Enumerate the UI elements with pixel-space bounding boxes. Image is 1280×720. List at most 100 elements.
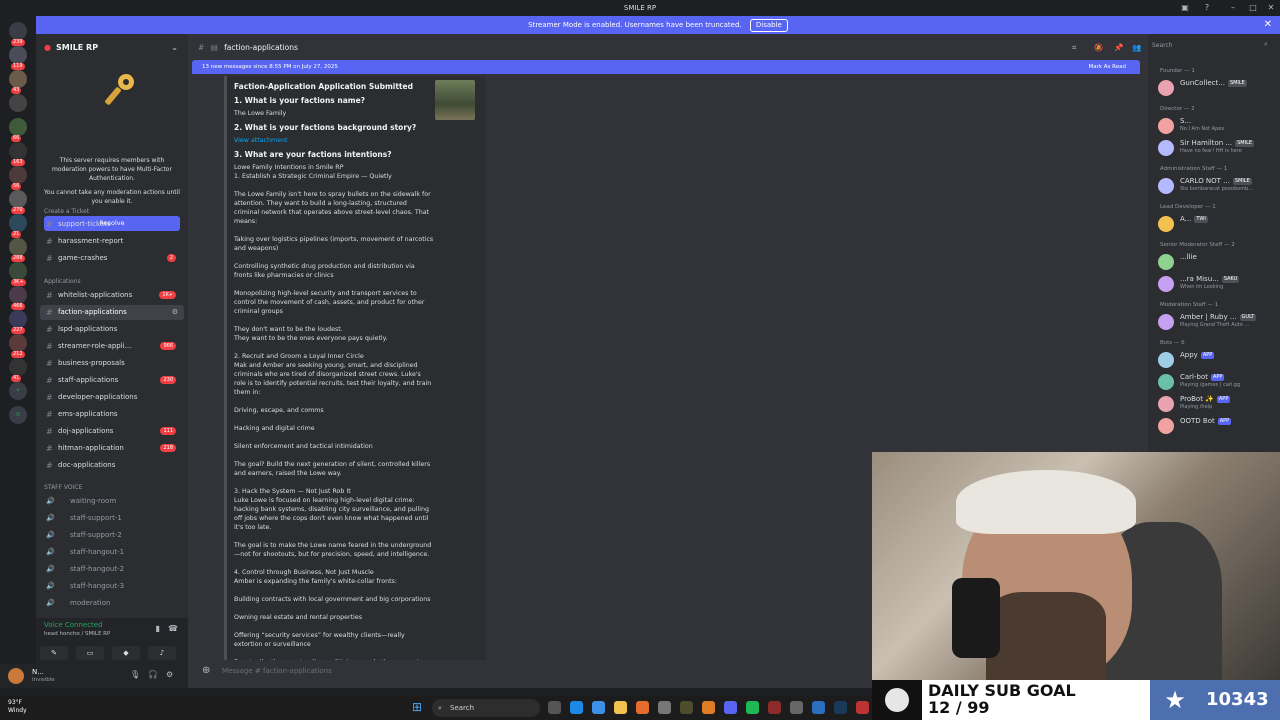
app-icon-4[interactable] xyxy=(768,701,781,714)
voice-channel-item[interactable]: 🔊 staff-hangout-2 xyxy=(40,562,184,577)
copilot-icon[interactable] xyxy=(592,701,605,714)
channel-item[interactable]: # business-proposals xyxy=(40,356,184,371)
close-banner-icon[interactable]: ✕ xyxy=(1264,16,1272,34)
embed-thumbnail[interactable] xyxy=(435,80,475,120)
member-item[interactable]: CARLO NOT ... SMILE Ste bombaracat pooobom… xyxy=(1158,176,1280,194)
close-window-button[interactable]: ✕ xyxy=(1264,0,1278,16)
member-item[interactable]: S... No I Am Not Apex xyxy=(1158,116,1280,134)
app-icon-6[interactable] xyxy=(856,701,869,714)
voice-channel-item[interactable]: 🔊 staff-support-1 xyxy=(40,511,184,526)
server-icon[interactable] xyxy=(9,94,27,112)
avatar[interactable] xyxy=(8,668,24,684)
channel-item[interactable]: # developer-applications xyxy=(40,390,184,405)
server-icon[interactable]: 43 xyxy=(9,70,27,94)
headphones-icon[interactable]: 🎧 xyxy=(148,670,158,679)
channel-item[interactable]: # harassment-report xyxy=(40,234,184,249)
server-icon[interactable]: 56 xyxy=(9,166,27,190)
server-icon[interactable]: 66 xyxy=(9,118,27,142)
channel-item[interactable]: # whitelist-applications 1K+ xyxy=(40,288,184,303)
voice-channel-item[interactable]: 🔊 moderation xyxy=(40,596,184,611)
voice-channel-item[interactable]: 🔊 staff-support-2 xyxy=(40,528,184,543)
server-icon[interactable]: 3K+ xyxy=(9,262,27,286)
channel-settings-icon[interactable]: ⚙ xyxy=(172,305,178,320)
weather-widget[interactable]: 93°F Windy xyxy=(8,699,27,715)
view-attachment-link[interactable]: View attachment xyxy=(234,136,434,145)
member-item[interactable]: A... TWI xyxy=(1158,214,1280,232)
server-icon[interactable]: 212 xyxy=(9,334,27,358)
file-explorer-icon[interactable] xyxy=(614,701,627,714)
server-icon[interactable]: 163 xyxy=(9,142,27,166)
server-icon[interactable]: 466 xyxy=(9,286,27,310)
app-icon-2[interactable] xyxy=(680,701,693,714)
channel-item[interactable]: # streamer-role-appli... 966 xyxy=(40,339,184,354)
server-header[interactable]: ● SMILE RP ⌄ xyxy=(36,38,188,58)
taskbar-search[interactable]: ⌕ Search xyxy=(432,699,540,717)
server-icon[interactable]: 288 xyxy=(9,238,27,262)
edge-icon[interactable] xyxy=(570,701,583,714)
app-icon-1[interactable] xyxy=(658,701,671,714)
discord-icon[interactable] xyxy=(724,701,737,714)
chevron-down-icon[interactable]: ⌄ xyxy=(171,38,178,58)
channel-item[interactable]: # game-crashes 2 xyxy=(40,251,184,266)
member-item[interactable]: Amber | Ruby ... GULT Playing Grand Theft … xyxy=(1158,312,1280,330)
channel-category[interactable]: Create a Ticket xyxy=(44,208,89,215)
inbox-icon[interactable]: ▣ xyxy=(1178,0,1192,16)
voice-channel-info[interactable]: head honcho / SMILE RP xyxy=(44,631,110,637)
channel-item[interactable]: # hitman-application 218 xyxy=(40,441,184,456)
noise-suppression-icon[interactable]: ✎ xyxy=(40,646,68,660)
voice-channel-item[interactable]: 🔊 staff-hangout-1 xyxy=(40,545,184,560)
server-icon[interactable]: 239 xyxy=(9,22,27,46)
notification-icon[interactable]: 🔕 xyxy=(1094,38,1103,58)
activity-icon[interactable]: ◆ xyxy=(112,646,140,660)
channel-item[interactable]: # lspd-applications xyxy=(40,322,184,337)
threads-icon[interactable]: ⌗ xyxy=(1072,38,1076,58)
member-item[interactable]: ProBot ✨ APP Playing /help xyxy=(1158,394,1280,412)
voice-channel-item[interactable]: 🔊 staff-hangout-3 xyxy=(40,579,184,594)
member-item[interactable]: Carl-bot APP Playing /games | carl.gg xyxy=(1158,372,1280,390)
channel-category[interactable]: Applications xyxy=(44,278,81,285)
channel-category[interactable]: STAFF VOICE xyxy=(44,484,82,491)
server-icon[interactable]: 270 xyxy=(9,190,27,214)
mark-as-read-button[interactable]: Mark As Read xyxy=(1088,60,1126,74)
server-icon[interactable]: 227 xyxy=(9,310,27,334)
task-view-icon[interactable] xyxy=(548,701,561,714)
steam-icon[interactable] xyxy=(834,701,847,714)
start-icon[interactable]: ⊞ xyxy=(412,700,422,714)
add-attachment-icon[interactable]: ⊕ xyxy=(202,662,210,680)
voice-channel-item[interactable]: 🔊 waiting-room xyxy=(40,494,184,509)
channel-item[interactable]: # staff-applications 230 xyxy=(40,373,184,388)
member-item[interactable]: Appy APP xyxy=(1158,350,1280,368)
microphone-icon[interactable]: 🎙 xyxy=(130,670,140,679)
settings-gear-icon[interactable]: ⚙ xyxy=(166,670,173,679)
help-icon[interactable]: ? xyxy=(1200,0,1214,16)
app-icon-3[interactable] xyxy=(702,701,715,714)
pin-icon[interactable]: 📌 xyxy=(1114,38,1123,58)
channel-item[interactable]: # ems-applications xyxy=(40,407,184,422)
explore-servers-icon[interactable]: ⊙ xyxy=(9,406,27,424)
member-item[interactable]: GunCollect... SMILE xyxy=(1158,78,1280,96)
spotify-icon[interactable] xyxy=(746,701,759,714)
search-input[interactable]: Search xyxy=(1152,40,1262,52)
server-icon[interactable]: 41 xyxy=(9,358,27,382)
message-input[interactable]: Message # faction-applications xyxy=(222,667,332,675)
minimize-button[interactable]: – xyxy=(1226,0,1240,16)
channel-item[interactable]: # support-tickets xyxy=(40,217,184,232)
firefox-icon[interactable] xyxy=(636,701,649,714)
soundboard-icon[interactable]: ♪ xyxy=(148,646,176,660)
channel-item[interactable]: # doc-applications xyxy=(40,458,184,473)
app-icon-5[interactable] xyxy=(812,701,825,714)
maximize-button[interactable]: □ xyxy=(1246,0,1260,16)
member-item[interactable]: ...llie xyxy=(1158,252,1280,270)
settings-icon[interactable] xyxy=(790,701,803,714)
channel-item[interactable]: # doj-applications 111 xyxy=(40,424,184,439)
disconnect-icon[interactable]: ☎ xyxy=(168,624,178,633)
server-icon[interactable]: 21 xyxy=(9,214,27,238)
screen-share-icon[interactable]: ▭ xyxy=(76,646,104,660)
signal-icon[interactable]: ▮ xyxy=(156,624,160,633)
member-item[interactable]: OOTD Bot APP xyxy=(1158,416,1280,434)
members-icon[interactable]: 👥 xyxy=(1132,38,1141,58)
disable-streamer-mode-button[interactable]: Disable xyxy=(749,19,788,32)
member-item[interactable]: ...ra Misu... SAKU When Im Looking xyxy=(1158,274,1280,292)
add-server-icon[interactable]: + xyxy=(9,382,27,400)
server-icon[interactable]: 119 xyxy=(9,46,27,70)
